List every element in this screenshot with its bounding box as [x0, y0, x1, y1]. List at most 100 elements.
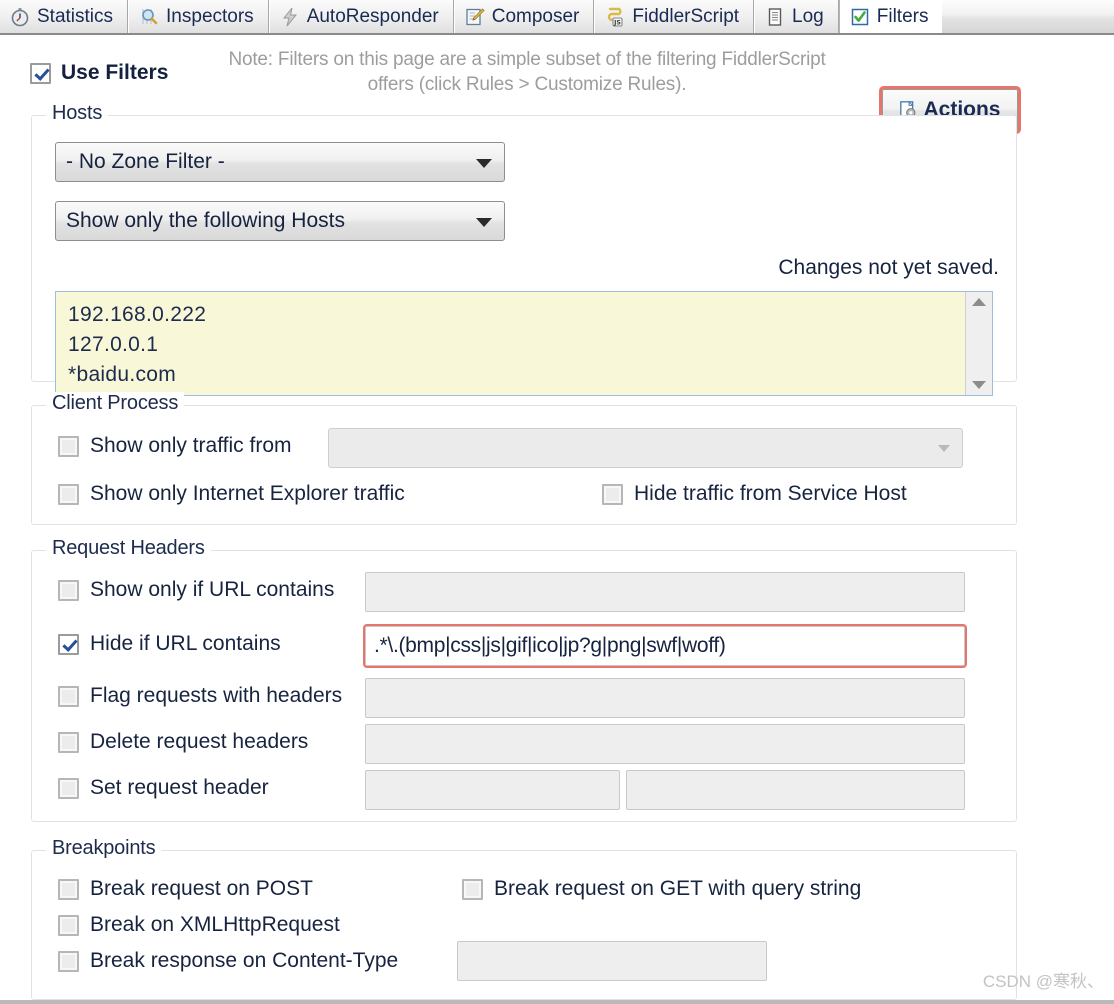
hide-if-url-contains-row[interactable]: Hide if URL contains: [58, 632, 281, 656]
hide-service-host-label: Hide traffic from Service Host: [634, 482, 907, 505]
filters-panel: Use Filters Note: Filters on this page a…: [0, 35, 1114, 1004]
break-request-on-post-checkbox[interactable]: [58, 878, 79, 900]
break-on-xmlhttprequest-checkbox[interactable]: [58, 914, 79, 936]
show-only-ie-traffic-label: Show only Internet Explorer traffic: [90, 482, 405, 505]
js-script-icon: JS: [605, 7, 625, 27]
scroll-down-icon[interactable]: [972, 381, 986, 389]
hide-if-url-contains-label: Hide if URL contains: [90, 632, 281, 655]
break-response-on-content-type-checkbox[interactable]: [58, 950, 79, 972]
set-request-header-name-input[interactable]: [365, 770, 620, 810]
break-request-on-get-query-label: Break request on GET with query string: [494, 877, 862, 900]
show-only-if-url-contains-label: Show only if URL contains: [90, 578, 335, 601]
tab-log[interactable]: Log: [754, 0, 839, 33]
breakpoints-legend: Breakpoints: [46, 837, 162, 860]
request-headers-legend: Request Headers: [46, 537, 211, 560]
delete-request-headers-input[interactable]: [365, 724, 965, 764]
set-request-header-label: Set request header: [90, 776, 269, 799]
show-only-ie-traffic-checkbox[interactable]: [58, 483, 79, 505]
log-document-icon: [765, 7, 785, 27]
show-only-if-url-contains-row[interactable]: Show only if URL contains: [58, 578, 334, 602]
show-only-traffic-from-checkbox[interactable]: [58, 435, 79, 457]
host-entry: 127.0.0.1: [68, 332, 159, 356]
hosts-list-content: 192.168.0.222 127.0.0.1 *baidu.com: [56, 292, 965, 395]
flag-requests-with-headers-label: Flag requests with headers: [90, 684, 343, 707]
host-filter-select[interactable]: Show only the following Hosts: [55, 201, 505, 241]
break-on-xmlhttprequest-label: Break on XMLHttpRequest: [90, 913, 340, 936]
delete-request-headers-checkbox[interactable]: [58, 731, 79, 753]
hosts-list-textarea[interactable]: 192.168.0.222 127.0.0.1 *baidu.com: [55, 291, 993, 396]
zone-filter-select[interactable]: - No Zone Filter -: [55, 142, 505, 182]
delete-request-headers-label: Delete request headers: [90, 730, 309, 753]
client-process-legend: Client Process: [46, 392, 185, 415]
hosts-group: Hosts - No Zone Filter - Show only the f…: [31, 102, 1017, 396]
set-request-header-checkbox[interactable]: [58, 777, 79, 799]
use-filters-checkbox[interactable]: [30, 62, 51, 84]
break-response-content-type-input[interactable]: [457, 941, 767, 981]
break-on-xmlhttprequest-row[interactable]: Break on XMLHttpRequest: [58, 913, 340, 937]
tab-fiddlerscript[interactable]: JS FiddlerScript: [594, 0, 755, 33]
hide-service-host-row[interactable]: Hide traffic from Service Host: [602, 482, 907, 506]
tab-label: FiddlerScript: [632, 5, 740, 27]
set-request-header-row[interactable]: Set request header: [58, 776, 269, 800]
hide-if-url-contains-input[interactable]: .*\.(bmp|css|js|gif|ico|jp?g|png|swf|wof…: [365, 626, 965, 666]
hide-if-url-contains-value: .*\.(bmp|css|js|gif|ico|jp?g|png|swf|wof…: [374, 634, 726, 657]
show-only-if-url-contains-input[interactable]: [365, 572, 965, 612]
changes-not-saved-status: Changes not yet saved.: [778, 256, 999, 279]
stopwatch-icon: [10, 7, 30, 27]
show-only-traffic-from-label: Show only traffic from: [90, 434, 292, 457]
scroll-up-icon[interactable]: [972, 298, 986, 306]
use-filters-label: Use Filters: [61, 61, 169, 84]
green-check-icon: [850, 7, 870, 27]
tab-label: Log: [792, 5, 824, 27]
tab-filters[interactable]: Filters: [838, 0, 943, 33]
host-filter-value: Show only the following Hosts: [66, 209, 345, 232]
chevron-down-icon: [476, 218, 492, 227]
tab-label: Inspectors: [166, 5, 254, 27]
chevron-down-icon: [476, 159, 492, 168]
zone-filter-value: - No Zone Filter -: [66, 150, 225, 173]
show-only-traffic-from-row[interactable]: Show only traffic from: [58, 434, 292, 458]
show-only-if-url-contains-checkbox[interactable]: [58, 579, 79, 601]
hosts-legend: Hosts: [46, 102, 109, 125]
show-only-ie-traffic-row[interactable]: Show only Internet Explorer traffic: [58, 482, 405, 506]
break-response-on-content-type-row[interactable]: Break response on Content-Type: [58, 949, 398, 973]
filters-toolbar: Use Filters Note: Filters on this page a…: [0, 35, 1114, 131]
flag-requests-with-headers-row[interactable]: Flag requests with headers: [58, 684, 342, 708]
break-response-on-content-type-label: Break response on Content-Type: [90, 949, 399, 972]
hide-if-url-contains-checkbox[interactable]: [58, 633, 79, 655]
delete-request-headers-row[interactable]: Delete request headers: [58, 730, 308, 754]
svg-text:JS: JS: [614, 19, 622, 26]
tab-inspectors[interactable]: Inspectors: [128, 0, 269, 33]
break-request-on-post-row[interactable]: Break request on POST: [58, 877, 313, 901]
magnifier-icon: [139, 7, 159, 27]
bottom-divider: [0, 1000, 1114, 1004]
tab-label: Statistics: [37, 5, 114, 27]
client-process-group: Client Process Show only traffic from Sh…: [31, 392, 1017, 525]
main-tab-bar: Statistics Inspectors AutoResponder Comp…: [0, 0, 1114, 35]
use-filters-row[interactable]: Use Filters: [30, 61, 168, 85]
chevron-down-icon: [938, 445, 950, 452]
notepad-pencil-icon: [465, 7, 485, 27]
hosts-scrollbar[interactable]: [965, 292, 992, 395]
break-request-on-get-query-checkbox[interactable]: [462, 878, 483, 900]
breakpoints-group: Breakpoints Break request on POST Break …: [31, 837, 1017, 1000]
flag-requests-with-headers-input[interactable]: [365, 678, 965, 718]
tab-composer[interactable]: Composer: [453, 0, 595, 33]
tab-label: Filters: [876, 5, 929, 27]
filters-note-text: Note: Filters on this page are a simple …: [228, 49, 826, 96]
tab-label: Composer: [491, 5, 580, 27]
tab-label: AutoResponder: [306, 5, 439, 27]
client-process-select[interactable]: [328, 428, 963, 468]
lightning-icon: [280, 7, 300, 27]
break-request-on-post-label: Break request on POST: [90, 877, 313, 900]
host-entry: *baidu.com: [68, 362, 177, 386]
csdn-watermark: CSDN @寒秋、: [982, 972, 1104, 991]
break-request-on-get-query-row[interactable]: Break request on GET with query string: [462, 877, 861, 901]
hide-service-host-checkbox[interactable]: [602, 483, 623, 505]
tab-statistics[interactable]: Statistics: [0, 0, 129, 33]
set-request-header-value-input[interactable]: [626, 770, 965, 810]
request-headers-group: Request Headers Show only if URL contain…: [31, 537, 1017, 822]
host-entry: 192.168.0.222: [68, 303, 207, 326]
tab-autoresponder[interactable]: AutoResponder: [268, 0, 454, 33]
flag-requests-with-headers-checkbox[interactable]: [58, 685, 79, 707]
